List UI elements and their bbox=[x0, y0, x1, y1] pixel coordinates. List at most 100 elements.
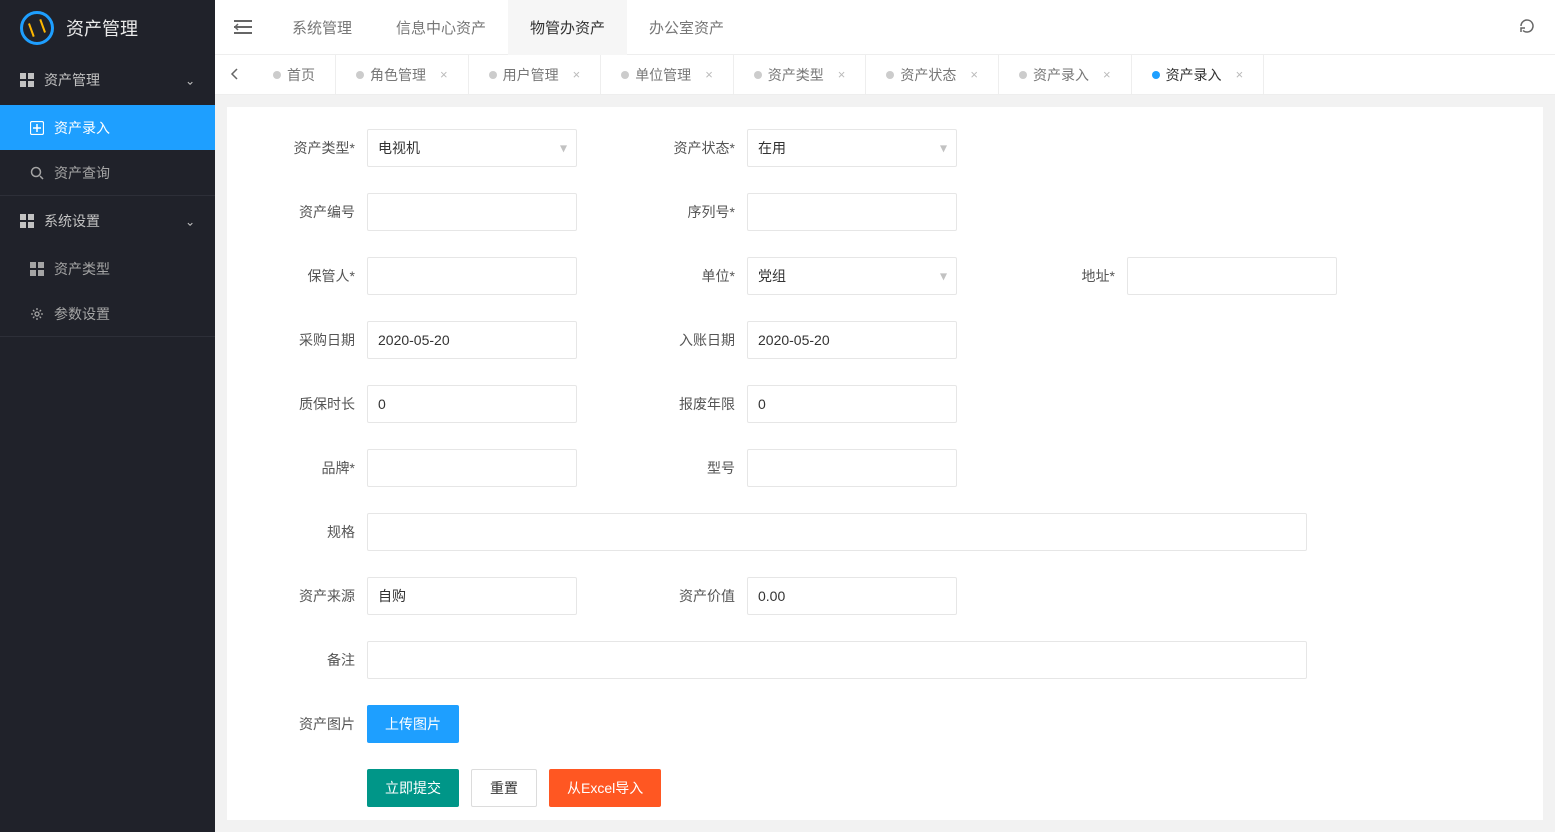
label-model: 型号 bbox=[637, 458, 747, 478]
input-entry-date[interactable] bbox=[747, 321, 957, 359]
input-brand[interactable] bbox=[367, 449, 577, 487]
reset-button[interactable]: 重置 bbox=[471, 769, 537, 807]
tab-dot-icon bbox=[886, 71, 894, 79]
label-image: 资产图片 bbox=[257, 714, 367, 734]
app-title: 资产管理 bbox=[66, 15, 138, 41]
tab-dot-icon bbox=[621, 71, 629, 79]
input-price[interactable] bbox=[747, 577, 957, 615]
sidebar-item-param-setting[interactable]: 参数设置 bbox=[0, 291, 215, 336]
tab-dot-icon bbox=[1152, 71, 1160, 79]
upload-button[interactable]: 上传图片 bbox=[367, 705, 459, 743]
gear-icon bbox=[30, 307, 44, 321]
sidebar-item-label: 资产录入 bbox=[54, 118, 110, 138]
search-icon bbox=[30, 166, 44, 180]
tab[interactable]: 角色管理× bbox=[336, 55, 469, 95]
chevron-up-icon: ⌃ bbox=[185, 73, 195, 87]
tab-dot-icon bbox=[273, 71, 281, 79]
label-asset-status: 资产状态* bbox=[637, 138, 747, 158]
tab[interactable]: 资产录入× bbox=[1132, 55, 1265, 95]
tab-scroll-left[interactable] bbox=[215, 55, 253, 95]
label-unit: 单位* bbox=[637, 266, 747, 286]
tab-close[interactable]: × bbox=[970, 67, 978, 82]
logo-area: 资产管理 bbox=[0, 11, 215, 45]
sidebar: 资产管理 ⌃ 资产录入 资产查询 系统设置 ⌃ bbox=[0, 55, 215, 832]
select-asset-type[interactable] bbox=[367, 129, 577, 167]
tab-dot-icon bbox=[356, 71, 364, 79]
label-remark: 备注 bbox=[257, 650, 367, 670]
submit-button[interactable]: 立即提交 bbox=[367, 769, 459, 807]
tab[interactable]: 用户管理× bbox=[469, 55, 602, 95]
sidebar-group: 系统设置 ⌃ 资产类型 参数设置 bbox=[0, 196, 215, 337]
input-model[interactable] bbox=[747, 449, 957, 487]
tab-close[interactable]: × bbox=[573, 67, 581, 82]
sidebar-item-asset-entry[interactable]: 资产录入 bbox=[0, 105, 215, 150]
top-nav-item[interactable]: 信息中心资产 bbox=[374, 0, 508, 55]
tab[interactable]: 资产类型× bbox=[734, 55, 867, 95]
sidebar-item-asset-type[interactable]: 资产类型 bbox=[0, 246, 215, 291]
sidebar-item-label: 参数设置 bbox=[54, 304, 110, 324]
tabs: 首页 角色管理× 用户管理× 单位管理× 资产类型× 资产状态× 资产录入× 资… bbox=[253, 55, 1264, 95]
label-brand: 品牌* bbox=[257, 458, 367, 478]
label-purchase-date: 采购日期 bbox=[257, 330, 367, 350]
select-asset-status[interactable] bbox=[747, 129, 957, 167]
top-nav-item[interactable]: 系统管理 bbox=[270, 0, 374, 55]
main: 资产管理 ⌃ 资产录入 资产查询 系统设置 ⌃ bbox=[0, 55, 1555, 832]
input-scrap-year[interactable] bbox=[747, 385, 957, 423]
plus-square-icon bbox=[30, 121, 44, 135]
input-serial-no[interactable] bbox=[747, 193, 957, 231]
input-spec[interactable] bbox=[367, 513, 1307, 551]
label-serial-no: 序列号* bbox=[637, 202, 747, 222]
input-keeper[interactable] bbox=[367, 257, 577, 295]
sidebar-toggle[interactable] bbox=[215, 0, 270, 55]
top-nav-item[interactable]: 物管办资产 bbox=[508, 0, 627, 55]
tab-close[interactable]: × bbox=[705, 67, 713, 82]
input-warranty[interactable] bbox=[367, 385, 577, 423]
sidebar-group-header[interactable]: 系统设置 ⌃ bbox=[0, 196, 215, 246]
select-unit[interactable] bbox=[747, 257, 957, 295]
input-purchase-date[interactable] bbox=[367, 321, 577, 359]
label-entry-date: 入账日期 bbox=[637, 330, 747, 350]
tab-close[interactable]: × bbox=[1236, 67, 1244, 82]
label-asset-no: 资产编号 bbox=[257, 202, 367, 222]
chevron-up-icon: ⌃ bbox=[185, 214, 195, 228]
tab[interactable]: 资产录入× bbox=[999, 55, 1132, 95]
collapse-icon bbox=[234, 20, 252, 34]
tab-close[interactable]: × bbox=[440, 67, 448, 82]
tab-dot-icon bbox=[1019, 71, 1027, 79]
chevron-left-icon bbox=[230, 67, 238, 83]
tab-close[interactable]: × bbox=[1103, 67, 1111, 82]
tab[interactable]: 单位管理× bbox=[601, 55, 734, 95]
tab-close[interactable]: × bbox=[838, 67, 846, 82]
top-nav: 系统管理 信息中心资产 物管办资产 办公室资产 bbox=[270, 0, 746, 55]
label-scrap-year: 报废年限 bbox=[637, 394, 747, 414]
refresh-button[interactable] bbox=[1499, 18, 1555, 37]
top-nav-item[interactable]: 办公室资产 bbox=[627, 0, 746, 55]
input-remark[interactable] bbox=[367, 641, 1307, 679]
content: 首页 角色管理× 用户管理× 单位管理× 资产类型× 资产状态× 资产录入× 资… bbox=[215, 55, 1555, 832]
label-spec: 规格 bbox=[257, 522, 367, 542]
label-price: 资产价值 bbox=[637, 586, 747, 606]
form-page: 资产类型* ▾ 资产状态* ▾ 资产编号 序列号* bbox=[227, 107, 1543, 820]
input-address[interactable] bbox=[1127, 257, 1337, 295]
sidebar-item-asset-query[interactable]: 资产查询 bbox=[0, 150, 215, 195]
input-asset-no[interactable] bbox=[367, 193, 577, 231]
grid-icon bbox=[30, 262, 44, 276]
import-button[interactable]: 从Excel导入 bbox=[549, 769, 661, 807]
sidebar-group-label: 系统设置 bbox=[44, 211, 100, 231]
logo-icon bbox=[20, 11, 54, 45]
label-keeper: 保管人* bbox=[257, 266, 367, 286]
tab[interactable]: 首页 bbox=[253, 55, 336, 95]
tab-dot-icon bbox=[489, 71, 497, 79]
tabbar: 首页 角色管理× 用户管理× 单位管理× 资产类型× 资产状态× 资产录入× 资… bbox=[215, 55, 1555, 95]
input-source[interactable] bbox=[367, 577, 577, 615]
label-address: 地址* bbox=[1017, 266, 1127, 286]
header: 资产管理 系统管理 信息中心资产 物管办资产 办公室资产 bbox=[0, 0, 1555, 55]
label-source: 资产来源 bbox=[257, 586, 367, 606]
label-warranty: 质保时长 bbox=[257, 394, 367, 414]
tab[interactable]: 资产状态× bbox=[866, 55, 999, 95]
grid-icon bbox=[20, 214, 34, 228]
sidebar-item-label: 资产类型 bbox=[54, 259, 110, 279]
grid-icon bbox=[20, 73, 34, 87]
sidebar-group-header[interactable]: 资产管理 ⌃ bbox=[0, 55, 215, 105]
sidebar-group-label: 资产管理 bbox=[44, 70, 100, 90]
